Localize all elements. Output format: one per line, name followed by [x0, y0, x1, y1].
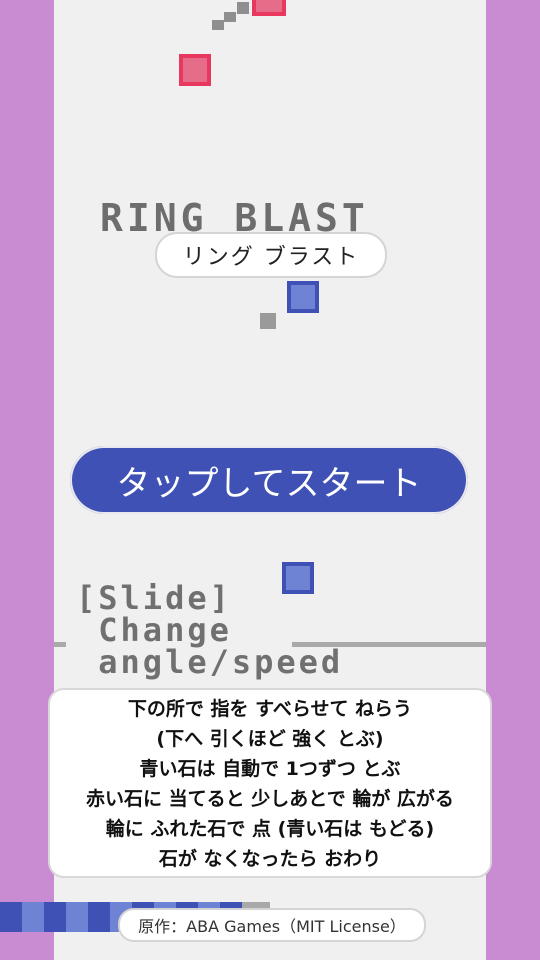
- pixel-instruction-line: Change: [76, 611, 232, 649]
- trail-dot: [260, 313, 276, 329]
- start-button[interactable]: タップしてスタート: [70, 446, 468, 514]
- game-subtitle: リング ブラスト: [155, 232, 387, 278]
- trail-dot: [224, 12, 236, 22]
- instruction-line: 下の所で 指を すべらせて ねらう: [127, 698, 413, 720]
- blue-stone: [287, 281, 319, 313]
- trail-dot: [237, 2, 249, 14]
- reserve-stone: [0, 902, 22, 932]
- red-stone: [179, 54, 211, 86]
- instructions-panel: 下の所で 指を すべらせて ねらう (下へ 引くほど 強く とぶ) 青い石は 自…: [48, 688, 492, 878]
- pixel-instruction-line: [Slide]: [76, 579, 232, 617]
- red-stone: [252, 0, 286, 16]
- reserve-stone: [44, 902, 66, 932]
- trail-dot: [212, 20, 224, 30]
- reserve-stone: [22, 902, 44, 932]
- instruction-line: (下へ 引くほど 強く とぶ): [156, 728, 384, 750]
- right-wall: [486, 0, 540, 960]
- reserve-stone: [66, 902, 88, 932]
- reserve-stone: [88, 902, 110, 932]
- left-wall: [0, 0, 54, 960]
- pixel-instructions: [Slide] Change angle/speed: [76, 582, 343, 678]
- pixel-instruction-line: angle/speed: [76, 643, 344, 681]
- launch-guide-line: [54, 642, 66, 647]
- instruction-line: 輪に ふれた石で 点 (青い石は もどる): [105, 818, 435, 840]
- credit-label: 原作：ABA Games（MIT License）: [118, 908, 426, 942]
- instruction-line: 青い石は 自動で 1つずつ とぶ: [139, 758, 401, 780]
- instruction-line: 石が なくなったら おわり: [158, 848, 382, 870]
- instruction-line: 赤い石に 当てると 少しあとで 輪が 広がる: [86, 788, 454, 810]
